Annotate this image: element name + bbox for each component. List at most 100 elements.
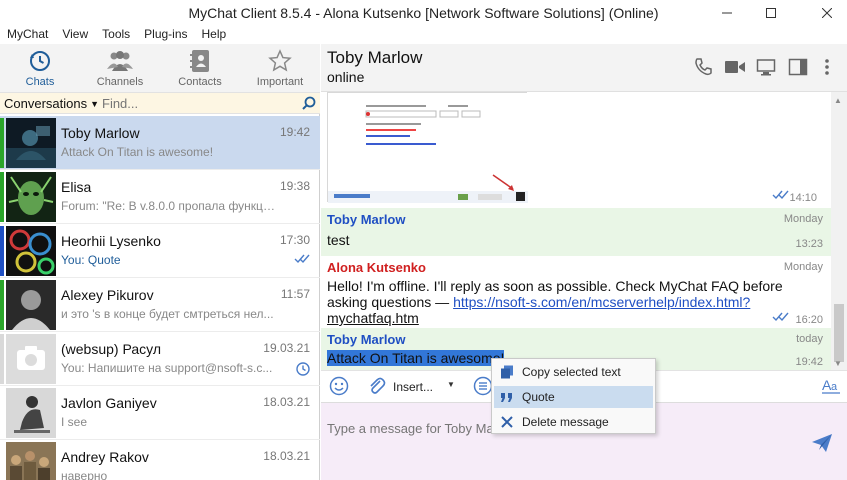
conversation-item-websup-rasul[interactable]: (websup) Расул 19.03.21 You: Напишите на… bbox=[0, 332, 320, 386]
tab-contacts[interactable]: Contacts bbox=[160, 44, 240, 92]
contact-name: Elisa bbox=[61, 179, 92, 195]
tab-channels-label: Channels bbox=[96, 76, 144, 88]
close-button[interactable] bbox=[810, 0, 844, 26]
menu-item-delete-message[interactable]: Delete message bbox=[494, 411, 653, 433]
menu-item-label: Delete message bbox=[522, 415, 609, 429]
close-icon bbox=[822, 8, 832, 18]
attach-paperclip-icon[interactable] bbox=[367, 376, 387, 396]
format-list-icon[interactable] bbox=[473, 376, 493, 396]
left-pane: Chats Channels Contacts Important Conver… bbox=[0, 44, 320, 480]
faq-link-continued[interactable]: mychatfaq.htm bbox=[327, 310, 419, 326]
conversation-item-toby-marlow[interactable]: Toby Marlow 19:42 Attack On Titan is awe… bbox=[0, 116, 320, 170]
maximize-button[interactable] bbox=[754, 0, 788, 26]
message-history: 14:10 Toby Marlow Monday test 13:23 Alon… bbox=[321, 92, 831, 370]
send-icon[interactable] bbox=[811, 433, 833, 453]
conversation-preview: Attack On Titan is awesome! bbox=[61, 145, 214, 159]
chevron-down-icon: ▼ bbox=[90, 99, 100, 109]
message-day: Monday bbox=[783, 213, 823, 225]
message-time: 16:20 bbox=[795, 314, 823, 326]
text-format-icon[interactable]: A a bbox=[821, 376, 841, 396]
message-text-line1: Hello! I'm offline. I'll reply as soon a… bbox=[327, 278, 783, 294]
nav-tabs: Chats Channels Contacts Important bbox=[0, 44, 320, 92]
scroll-up-icon[interactable]: ▲ bbox=[834, 96, 842, 105]
tab-channels[interactable]: Channels bbox=[80, 44, 160, 92]
conversation-item-elisa[interactable]: Elisa 19:38 Forum: "Re: В v.8.0.0 пропал… bbox=[0, 170, 320, 224]
conversation-time: 17:30 bbox=[279, 233, 310, 247]
phone-call-icon[interactable] bbox=[693, 57, 713, 77]
insert-menu-button[interactable]: Insert... bbox=[393, 380, 433, 394]
search-icon[interactable] bbox=[302, 96, 316, 110]
conversation-preview: наверно bbox=[61, 469, 108, 480]
message-author[interactable]: Toby Marlow bbox=[327, 212, 405, 227]
conversation-item-alexey-pikurov[interactable]: Alexey Pikurov 11:57 и это 's в конце бу… bbox=[0, 278, 320, 332]
menu-plugins[interactable]: Plug-ins bbox=[137, 26, 194, 42]
search-input[interactable] bbox=[102, 95, 292, 111]
menu-view[interactable]: View bbox=[55, 26, 95, 42]
tab-contacts-label: Contacts bbox=[178, 76, 222, 88]
contact-name: Javlon Ganiyev bbox=[61, 395, 157, 411]
contact-name: Alexey Pikurov bbox=[61, 287, 154, 303]
video-call-icon[interactable] bbox=[724, 57, 746, 77]
double-check-icon bbox=[294, 254, 310, 264]
avatar bbox=[6, 442, 56, 480]
message-text-selected[interactable]: Attack On Titan is awesome! bbox=[327, 350, 505, 366]
double-check-icon bbox=[772, 190, 789, 200]
offline-status-stripe bbox=[0, 334, 4, 384]
emoji-icon[interactable] bbox=[329, 376, 349, 396]
tab-chats-label: Chats bbox=[25, 76, 55, 88]
contact-name: Toby Marlow bbox=[61, 125, 140, 141]
message-item[interactable]: Toby Marlow Monday test 13:23 bbox=[321, 208, 831, 256]
conversation-item-javlon-ganiyev[interactable]: Javlon Ganiyev 18.03.21 I see bbox=[0, 386, 320, 440]
menu-bar: MyChat View Tools Plug-ins Help bbox=[0, 26, 233, 42]
menu-item-copy-selected-text[interactable]: Copy selected text bbox=[494, 361, 653, 383]
tab-important[interactable]: Important bbox=[240, 44, 320, 92]
message-text-prefix: asking questions — bbox=[327, 294, 454, 310]
quote-icon bbox=[501, 393, 512, 402]
conversations-dropdown-label: Conversations bbox=[4, 96, 88, 111]
conversation-preview: You: Напишите на support@nsoft-s.c... bbox=[61, 361, 273, 375]
conversations-dropdown[interactable]: Conversations ▼ bbox=[4, 96, 99, 111]
conversation-time: 18.03.21 bbox=[263, 449, 310, 463]
minimize-button[interactable] bbox=[710, 0, 744, 26]
status-stripe bbox=[0, 388, 4, 438]
chevron-down-icon[interactable]: ▼ bbox=[447, 380, 455, 389]
maximize-icon bbox=[766, 8, 776, 18]
faq-link[interactable]: https://nsoft-s.com/en/mcserverhelp/inde… bbox=[453, 294, 750, 310]
image-attachment[interactable] bbox=[327, 92, 528, 203]
message-text-line2: asking questions — https://nsoft-s.com/e… bbox=[327, 294, 750, 310]
online-status-stripe bbox=[0, 226, 4, 276]
minimize-icon bbox=[722, 12, 732, 14]
menu-item-quote[interactable]: Quote bbox=[494, 386, 653, 408]
message-context-menu: Copy selected text Quote Delete message bbox=[491, 358, 656, 434]
contact-name: Heorhii Lysenko bbox=[61, 233, 161, 249]
title-bar: MyChat Client 8.5.4 - Alona Kutsenko [Ne… bbox=[0, 0, 847, 26]
side-panel-icon[interactable] bbox=[788, 57, 808, 77]
scroll-down-icon[interactable]: ▼ bbox=[834, 359, 842, 368]
conversation-item-heorhii-lysenko[interactable]: Heorhii Lysenko 17:30 You: Quote bbox=[0, 224, 320, 278]
scrollbar-thumb[interactable] bbox=[834, 304, 844, 362]
message-item[interactable]: Alona Kutsenko Monday Hello! I'm offline… bbox=[321, 256, 831, 328]
more-vertical-icon[interactable] bbox=[823, 57, 831, 77]
chat-contact-name: Toby Marlow bbox=[327, 48, 423, 67]
message-time: 14:10 bbox=[789, 192, 817, 204]
message-day: Monday bbox=[783, 261, 823, 273]
conversation-time: 18.03.21 bbox=[263, 395, 310, 409]
chat-header: Toby Marlow online bbox=[321, 44, 847, 92]
avatar bbox=[6, 118, 56, 168]
screen-share-icon[interactable] bbox=[756, 57, 776, 77]
conversation-preview: You: Quote bbox=[61, 253, 121, 267]
menu-help[interactable]: Help bbox=[195, 26, 234, 42]
message-scrollbar[interactable]: ▲ ▼ bbox=[831, 92, 847, 370]
double-check-icon bbox=[772, 312, 789, 322]
tab-chats[interactable]: Chats bbox=[0, 44, 80, 92]
conversation-preview: и это 's в конце будет смтреться нел... bbox=[61, 307, 274, 321]
conversation-time: 19.03.21 bbox=[263, 341, 310, 355]
contacts-book-icon bbox=[190, 50, 209, 72]
menu-tools[interactable]: Tools bbox=[95, 26, 137, 42]
menu-mychat[interactable]: MyChat bbox=[0, 26, 55, 42]
message-author[interactable]: Toby Marlow bbox=[327, 332, 405, 347]
message-author[interactable]: Alona Kutsenko bbox=[327, 260, 426, 275]
status-stripe bbox=[0, 442, 4, 480]
conversation-item-andrey-rakov[interactable]: Andrey Rakov 18.03.21 наверно bbox=[0, 440, 320, 480]
tab-important-label: Important bbox=[256, 76, 304, 88]
